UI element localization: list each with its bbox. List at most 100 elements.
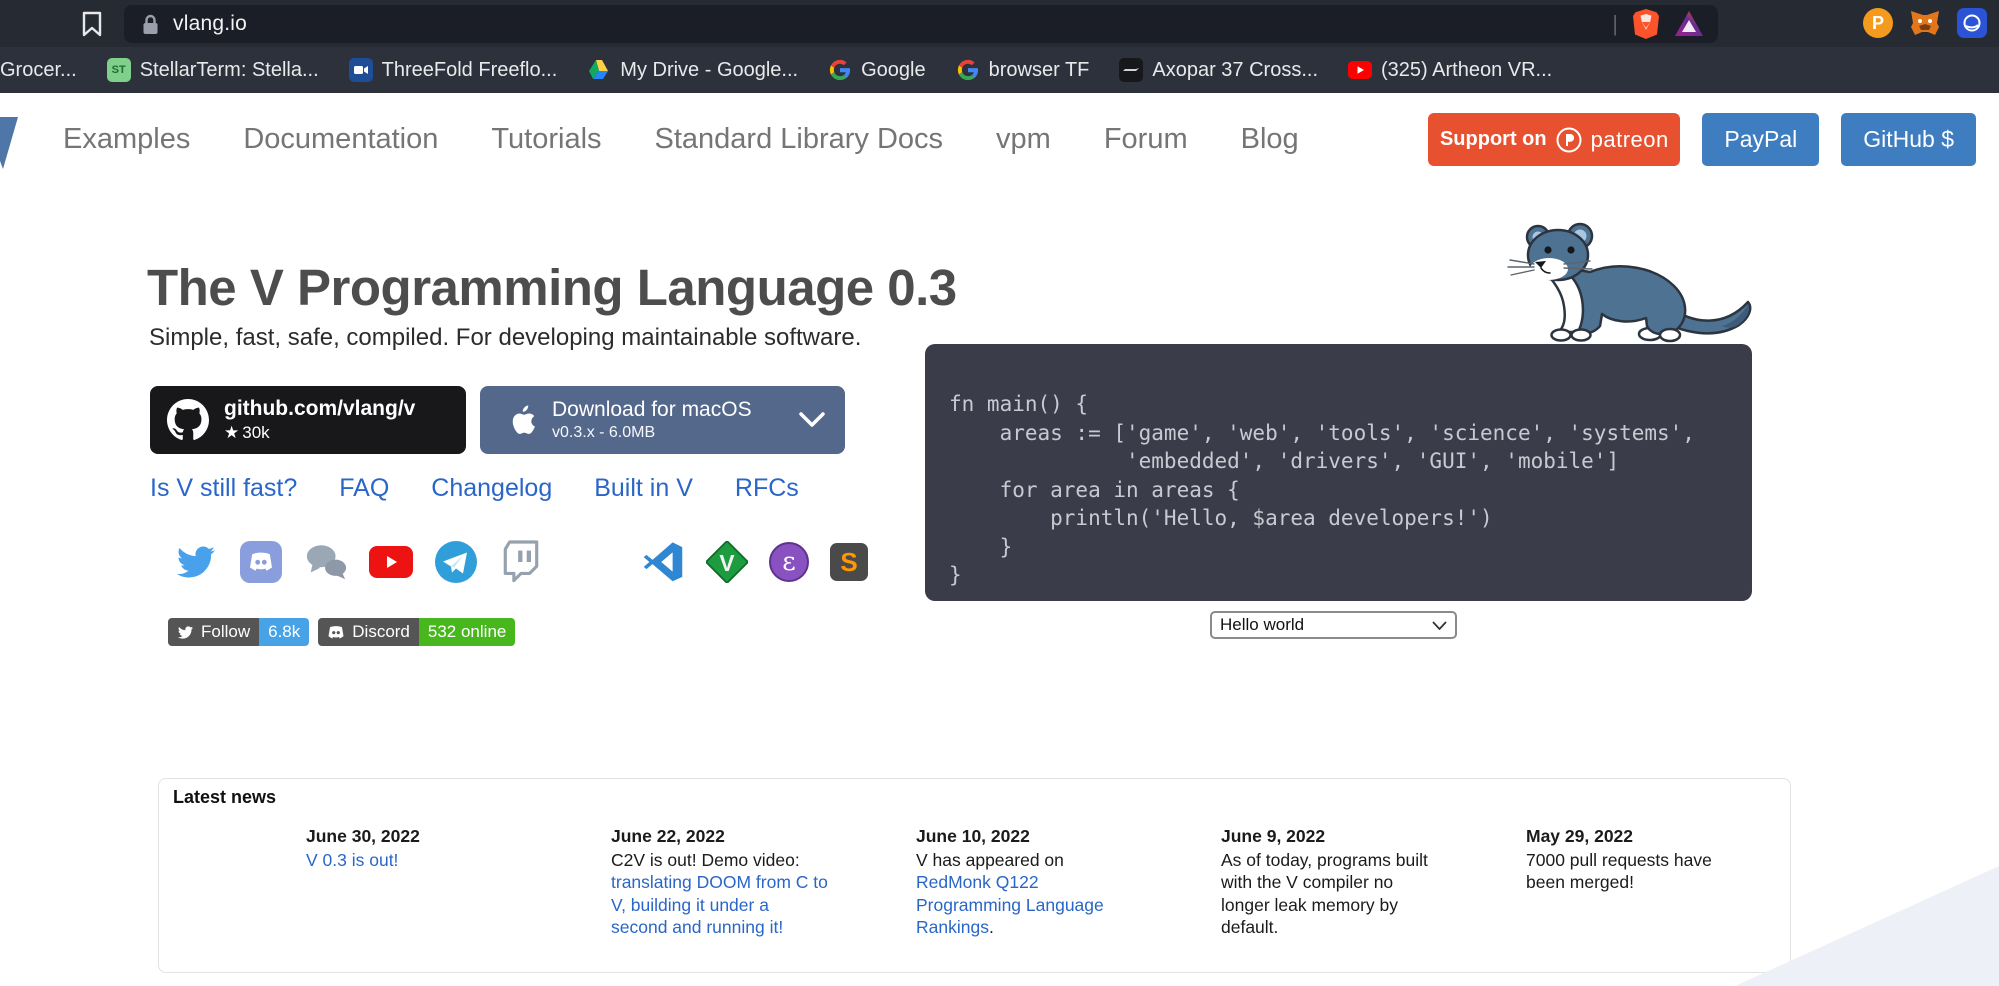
twitter-follow-badge[interactable]: Follow 6.8k bbox=[168, 618, 309, 646]
bookmark-flag-icon[interactable] bbox=[80, 11, 104, 37]
link-faq[interactable]: FAQ bbox=[339, 474, 389, 503]
weasel-mascot bbox=[1498, 220, 1770, 348]
page-subtitle: Simple, fast, safe, compiled. For develo… bbox=[149, 324, 861, 352]
nav-item-stdlib-docs[interactable]: Standard Library Docs bbox=[655, 123, 944, 156]
discord-icon[interactable] bbox=[239, 540, 283, 584]
link-built-in-v[interactable]: Built in V bbox=[594, 474, 693, 503]
online-count: 532 online bbox=[419, 618, 515, 646]
browser-topbar: vlang.io | P bbox=[0, 0, 1999, 47]
paypal-button[interactable]: PayPal bbox=[1702, 113, 1819, 166]
google-favicon bbox=[828, 58, 852, 82]
nav-item-blog[interactable]: Blog bbox=[1241, 123, 1299, 156]
news-link[interactable]: translating DOOM from C to V, building i… bbox=[611, 872, 828, 937]
news-date: June 10, 2022 bbox=[916, 825, 1134, 848]
code-line: } bbox=[949, 561, 1752, 590]
browser-window: vlang.io | P Grocer... ST StellarTerm: S… bbox=[0, 0, 1999, 986]
lock-icon bbox=[142, 14, 159, 35]
google-favicon bbox=[956, 58, 980, 82]
site-navbar: Examples Documentation Tutorials Standar… bbox=[0, 93, 1999, 186]
follow-count: 6.8k bbox=[259, 618, 309, 646]
nav-item-vpm[interactable]: vpm bbox=[996, 123, 1051, 156]
link-changelog[interactable]: Changelog bbox=[431, 474, 552, 503]
news-date: May 29, 2022 bbox=[1526, 825, 1744, 848]
apple-icon bbox=[502, 400, 536, 440]
download-button[interactable]: Download for macOS v0.3.x - 6.0MB bbox=[480, 386, 845, 454]
nav-item-examples[interactable]: Examples bbox=[63, 123, 190, 156]
nav-links: Examples Documentation Tutorials Standar… bbox=[63, 123, 1299, 156]
quick-links: Is V still fast? FAQ Changelog Built in … bbox=[150, 474, 799, 503]
code-line: areas := ['game', 'web', 'tools', 'scien… bbox=[949, 419, 1752, 448]
social-icons-row: V ε S bbox=[174, 540, 868, 584]
nav-item-tutorials[interactable]: Tutorials bbox=[491, 123, 601, 156]
patreon-icon bbox=[1556, 127, 1582, 153]
github-sponsor-button[interactable]: GitHub $ bbox=[1841, 113, 1976, 166]
chevron-down-icon bbox=[799, 412, 825, 428]
vscode-icon[interactable] bbox=[641, 540, 685, 584]
chat-icon[interactable] bbox=[304, 540, 348, 584]
vim-icon[interactable]: V bbox=[706, 541, 748, 583]
download-label: Download for macOS bbox=[552, 398, 752, 422]
code-line: 'embedded', 'drivers', 'GUI', 'mobile'] bbox=[949, 447, 1752, 476]
discord-badge[interactable]: Discord 532 online bbox=[318, 618, 515, 646]
link-rfcs[interactable]: RFCs bbox=[735, 474, 799, 503]
news-link[interactable]: RedMonk Q122 Programming Language Rankin… bbox=[916, 872, 1104, 937]
code-example-block: fn main() { areas := ['game', 'web', 'to… bbox=[925, 344, 1752, 601]
bat-triangle-icon[interactable] bbox=[1674, 10, 1704, 38]
url-bar[interactable]: vlang.io | bbox=[124, 5, 1718, 43]
news-item: June 22, 2022 C2V is out! Demo video: tr… bbox=[611, 825, 829, 939]
link-is-v-still-fast[interactable]: Is V still fast? bbox=[150, 474, 297, 503]
example-select[interactable]: Hello world bbox=[1210, 611, 1457, 639]
sublime-icon[interactable]: S bbox=[830, 543, 868, 581]
youtube-icon[interactable] bbox=[369, 540, 413, 584]
bookmark-item[interactable]: (325) Artheon VR... bbox=[1348, 58, 1552, 82]
twitch-icon[interactable] bbox=[499, 540, 543, 584]
bookmarks-bar: Grocer... ST StellarTerm: Stella... Thre… bbox=[0, 47, 1999, 93]
star-count: 30k bbox=[242, 423, 269, 443]
extension-p-icon[interactable]: P bbox=[1863, 8, 1893, 38]
metamask-icon[interactable] bbox=[1909, 8, 1941, 38]
stellarterm-favicon: ST bbox=[107, 58, 131, 82]
telegram-icon[interactable] bbox=[434, 540, 478, 584]
google-drive-favicon bbox=[587, 58, 611, 82]
news-date: June 9, 2022 bbox=[1221, 825, 1439, 848]
bookmark-item[interactable]: Google bbox=[828, 58, 926, 82]
news-date: June 22, 2022 bbox=[611, 825, 829, 848]
bookmark-item[interactable]: ST StellarTerm: Stella... bbox=[107, 58, 319, 82]
news-item: June 9, 2022 As of today, programs built… bbox=[1221, 825, 1439, 939]
github-repo-button[interactable]: github.com/vlang/v ★30k bbox=[150, 386, 466, 454]
bookmark-item[interactable]: Grocer... bbox=[0, 59, 77, 82]
nav-item-documentation[interactable]: Documentation bbox=[243, 123, 438, 156]
bookmark-item[interactable]: browser TF bbox=[956, 58, 1090, 82]
twitter-icon bbox=[177, 625, 194, 640]
github-repo-label: github.com/vlang/v bbox=[224, 397, 415, 421]
url-text: vlang.io bbox=[173, 12, 247, 36]
latest-news-panel: Latest news June 30, 2022 V 0.3 is out! … bbox=[158, 778, 1791, 973]
url-separator: | bbox=[1612, 11, 1618, 37]
code-line: for area in areas { bbox=[949, 476, 1752, 505]
youtube-favicon bbox=[1348, 58, 1372, 82]
svg-text:V: V bbox=[719, 550, 735, 576]
chevron-down-icon bbox=[1432, 621, 1447, 630]
patreon-button[interactable]: Support on patreon bbox=[1428, 113, 1680, 166]
code-line: } bbox=[949, 533, 1752, 562]
nav-buttons: Support on patreon PayPal GitHub $ bbox=[1428, 113, 1976, 166]
brave-shield-icon[interactable] bbox=[1632, 8, 1660, 40]
axopar-favicon bbox=[1119, 58, 1143, 82]
bookmark-item[interactable]: Axopar 37 Cross... bbox=[1119, 58, 1318, 82]
news-date: June 30, 2022 bbox=[306, 825, 524, 848]
github-icon bbox=[167, 399, 209, 441]
bookmark-item[interactable]: ThreeFold Freeflo... bbox=[349, 58, 558, 82]
threefold-favicon bbox=[349, 58, 373, 82]
extension-tray: P bbox=[1863, 8, 1987, 38]
nav-item-forum[interactable]: Forum bbox=[1104, 123, 1188, 156]
extension-wallet-icon[interactable] bbox=[1957, 8, 1987, 38]
bookmark-item[interactable]: My Drive - Google... bbox=[587, 58, 798, 82]
news-link[interactable]: V 0.3 is out! bbox=[306, 850, 398, 870]
news-item: May 29, 2022 7000 pull requests have bee… bbox=[1526, 825, 1744, 939]
emacs-icon[interactable]: ε bbox=[769, 542, 809, 582]
star-icon: ★ bbox=[224, 423, 239, 443]
code-line: fn main() { bbox=[949, 390, 1752, 419]
news-heading: Latest news bbox=[173, 787, 276, 808]
twitter-icon[interactable] bbox=[174, 540, 218, 584]
news-item: June 10, 2022 V has appeared on RedMonk … bbox=[916, 825, 1134, 939]
